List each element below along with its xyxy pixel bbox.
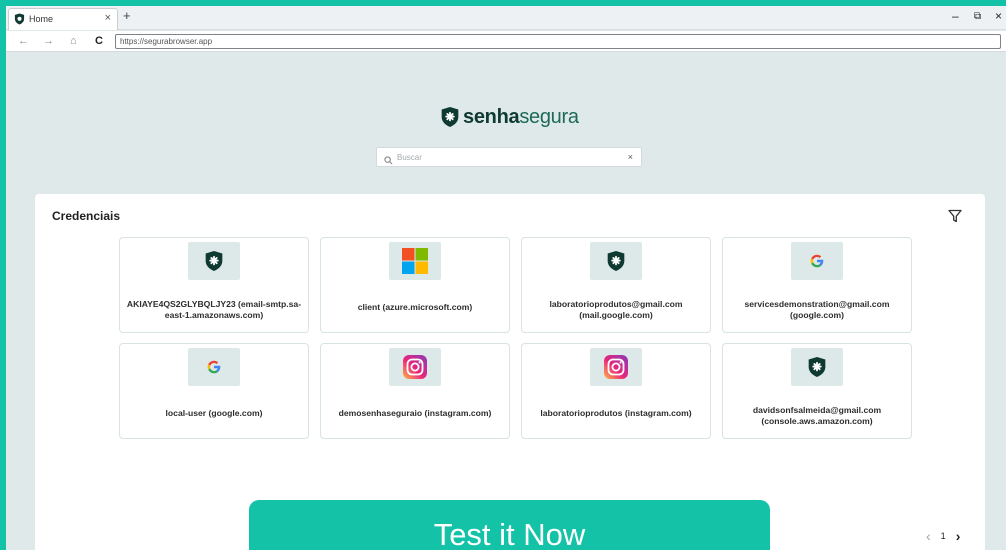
credential-label: client (azure.microsoft.com) <box>357 302 473 312</box>
restore-button[interactable]: ⧉ <box>974 11 981 22</box>
filter-icon[interactable] <box>948 209 962 228</box>
credential-icon-box <box>188 242 240 280</box>
credential-label: davidsonfsalmeida@gmail.com (console.aws… <box>752 405 882 426</box>
address-bar: ← → ⌂ C https://segurabrowser.app <box>6 31 1006 52</box>
credential-icon-box <box>590 242 642 280</box>
tab-close-icon[interactable]: × <box>105 12 111 24</box>
url-input[interactable]: https://segurabrowser.app <box>115 34 1001 49</box>
title-bar: Home × + – ⧉ × <box>6 6 1006 30</box>
close-window-button[interactable]: × <box>995 9 1002 23</box>
senhasegura-logo: senhasegura <box>440 102 579 132</box>
google-icon <box>810 254 824 268</box>
pagination: ‹ 1 › <box>926 528 960 544</box>
senhasegura-shield-icon <box>205 251 223 271</box>
instagram-icon <box>403 355 427 379</box>
reload-button[interactable]: C <box>95 35 103 47</box>
credential-card[interactable]: laboratorioprodutos (instagram.com) <box>521 343 711 439</box>
home-button[interactable]: ⌂ <box>70 35 77 47</box>
credential-icon-box <box>590 348 642 386</box>
credential-label: laboratorioprodutos@gmail.com (mail.goog… <box>549 299 683 320</box>
credentials-title: Credenciais <box>52 209 121 223</box>
credential-card[interactable]: davidsonfsalmeida@gmail.com (console.aws… <box>722 343 912 439</box>
senhasegura-shield-icon <box>808 357 826 377</box>
minimize-button[interactable]: – <box>952 9 959 23</box>
credential-card[interactable]: demosenhaseguraio (instagram.com) <box>320 343 510 439</box>
credential-icon-box <box>791 348 843 386</box>
prev-page-button[interactable]: ‹ <box>926 528 931 544</box>
microsoft-icon <box>402 248 428 274</box>
tab-home[interactable]: Home × <box>8 8 118 30</box>
credential-card[interactable]: local-user (google.com) <box>119 343 309 439</box>
credentials-panel: Credenciais AKIAYE4QS2GLYBQLJY23 (email-… <box>35 194 985 550</box>
credential-label: laboratorioprodutos (instagram.com) <box>540 408 692 418</box>
senhasegura-shield-icon <box>607 251 625 271</box>
credential-label: AKIAYE4QS2GLYBQLJY23 (email-smtp.sa-east… <box>126 299 302 320</box>
credential-label: local-user (google.com) <box>165 408 263 418</box>
search-box: × <box>376 147 642 167</box>
test-it-now-button[interactable]: Test it Now <box>249 500 770 550</box>
credential-card[interactable]: AKIAYE4QS2GLYBQLJY23 (email-smtp.sa-east… <box>119 237 309 333</box>
credential-card[interactable]: client (azure.microsoft.com) <box>320 237 510 333</box>
tab-title: Home <box>29 14 54 24</box>
google-icon <box>207 360 221 374</box>
instagram-icon <box>604 355 628 379</box>
credential-icon-box <box>791 242 843 280</box>
logo-text-segura: segura <box>519 105 579 128</box>
search-icon <box>384 152 393 170</box>
credential-icon-box <box>389 242 441 280</box>
senhasegura-shield-icon <box>441 107 459 127</box>
current-page: 1 <box>940 531 946 541</box>
forward-button[interactable]: → <box>43 35 54 47</box>
logo-text-senha: senha <box>463 105 520 128</box>
back-button[interactable]: ← <box>18 35 29 47</box>
search-clear-icon[interactable]: × <box>628 152 633 162</box>
senhasegura-favicon-icon <box>14 13 25 27</box>
credential-icon-box <box>389 348 441 386</box>
search-input[interactable] <box>397 150 617 165</box>
new-tab-button[interactable]: + <box>123 8 131 23</box>
credential-card[interactable]: servicesdemonstration@gmail.com (google.… <box>722 237 912 333</box>
credential-icon-box <box>188 348 240 386</box>
credential-card[interactable]: laboratorioprodutos@gmail.com (mail.goog… <box>521 237 711 333</box>
next-page-button[interactable]: › <box>956 528 961 544</box>
credential-label: demosenhaseguraio (instagram.com) <box>338 408 492 418</box>
browser-window: Home × + – ⧉ × ← → ⌂ C https://segurabro… <box>6 6 1006 550</box>
credential-label: servicesdemonstration@gmail.com (google.… <box>744 299 890 320</box>
